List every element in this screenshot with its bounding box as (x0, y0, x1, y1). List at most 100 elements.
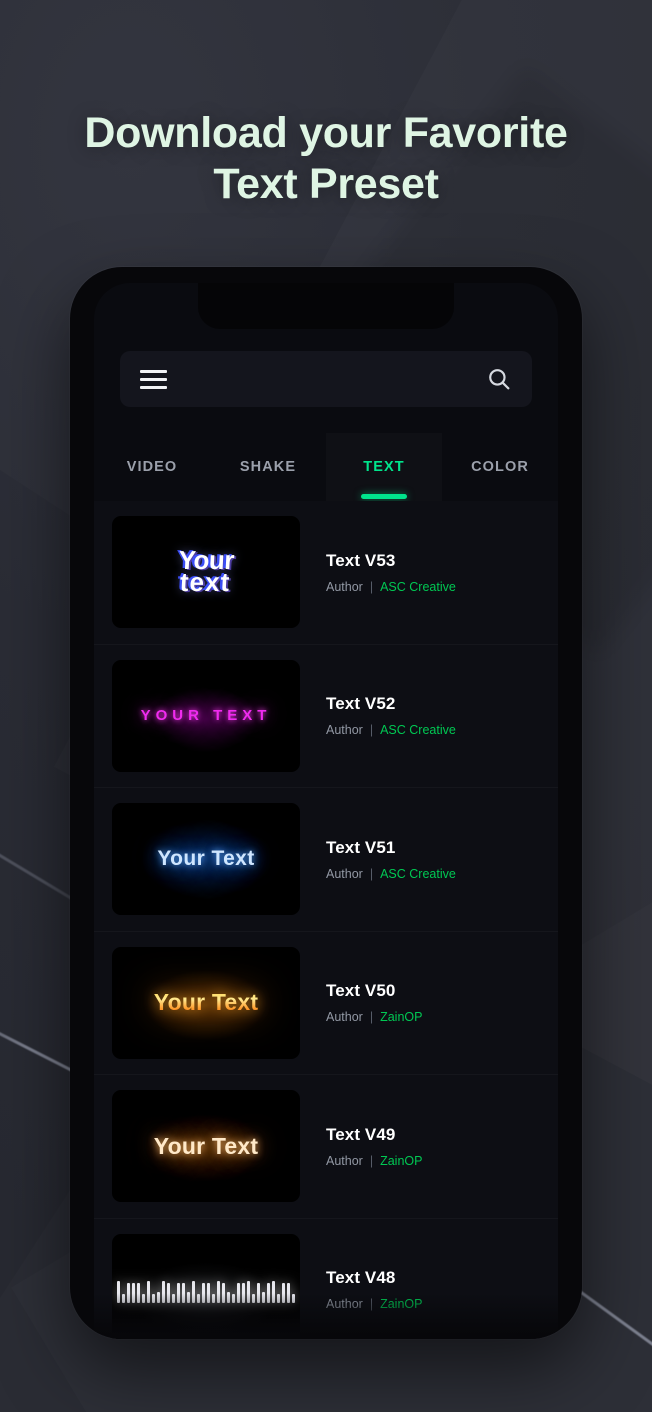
preset-meta: Text V51 Author | ASC Creative (300, 838, 456, 881)
author-name[interactable]: ASC Creative (380, 867, 456, 881)
barcode-bar (212, 1293, 215, 1303)
page-title-line-2: Text Preset (213, 159, 439, 208)
preset-thumbnail[interactable]: YOUR TEXT (112, 659, 300, 772)
barcode-bar (142, 1293, 145, 1303)
barcode-bar (217, 1280, 220, 1303)
barcode-bar (292, 1293, 295, 1303)
barcode-bar (232, 1293, 235, 1303)
thumbnail-text-line-2: text (179, 567, 232, 598)
barcode-bar (282, 1282, 285, 1303)
barcode-bar (172, 1293, 175, 1303)
page-title-line-1: Download your Favorite (84, 109, 568, 157)
author-separator: | (369, 1010, 374, 1025)
list-item[interactable]: Your text Text V53 Author | ASC Creative (94, 501, 558, 645)
author-name[interactable]: ZainOP (380, 1010, 422, 1024)
barcode-bar (207, 1282, 210, 1303)
preset-author-row: Author | ASC Creative (326, 867, 456, 881)
author-separator: | (369, 866, 374, 881)
barcode-bar (162, 1280, 165, 1303)
list-item[interactable]: Your Text Text V51 Author | ASC Creative (94, 788, 558, 932)
author-label: Author (326, 723, 363, 738)
barcode-bar (267, 1282, 270, 1303)
barcode-bar (137, 1282, 140, 1303)
barcode-bar (177, 1282, 180, 1303)
barcode-bar (197, 1293, 200, 1303)
phone-screen: VIDEO SHAKE TEXT COLOR Your text Text V5… (94, 283, 558, 1339)
preset-meta: Text V50 Author | ZainOP (300, 981, 422, 1024)
preset-meta: Text V52 Author | ASC Creative (300, 694, 456, 737)
list-item[interactable]: Your Text Text V49 Author | ZainOP (94, 1075, 558, 1219)
author-name[interactable]: ZainOP (380, 1154, 422, 1168)
preset-thumbnail[interactable] (112, 1233, 300, 1339)
barcode-bar (247, 1280, 250, 1303)
thumbnail-art: YOUR TEXT (140, 707, 272, 725)
barcode-bar (122, 1293, 125, 1303)
preset-title: Text V48 (326, 1268, 396, 1288)
barcode-bar (127, 1282, 130, 1303)
author-name[interactable]: ASC Creative (380, 723, 456, 737)
barcode-bar (287, 1282, 290, 1303)
list-item[interactable]: YOUR TEXT Text V52 Author | ASC Creative (94, 645, 558, 789)
preset-author-row: Author | ZainOP (326, 1010, 422, 1024)
thumbnail-art (117, 1277, 295, 1303)
tab-video[interactable]: VIDEO (94, 433, 210, 501)
preset-author-row: Author | ASC Creative (326, 580, 456, 594)
preset-title: Text V53 (326, 550, 396, 570)
author-name[interactable]: ASC Creative (380, 580, 456, 594)
barcode-bar (257, 1282, 260, 1303)
barcode-bar (147, 1280, 150, 1303)
author-separator: | (369, 579, 374, 594)
thumbnail-art: Your Text (153, 989, 259, 1016)
barcode-bar (117, 1280, 120, 1303)
page-title: Download your Favorite Text Preset (0, 108, 652, 209)
preset-title: Text V51 (326, 837, 396, 857)
author-label: Author (326, 1297, 363, 1312)
author-separator: | (369, 1297, 374, 1312)
hamburger-menu-icon[interactable] (140, 369, 167, 389)
barcode-bar (182, 1282, 185, 1303)
tab-text[interactable]: TEXT (326, 433, 442, 501)
author-label: Author (326, 866, 363, 881)
barcode-bar (237, 1282, 240, 1303)
preset-thumbnail[interactable]: Your Text (112, 1090, 300, 1203)
barcode-bar (187, 1291, 190, 1303)
category-tabs: VIDEO SHAKE TEXT COLOR (94, 433, 558, 501)
list-item[interactable]: Your Text Text V50 Author | ZainOP (94, 932, 558, 1076)
barcode-bar (157, 1291, 160, 1303)
tab-label: VIDEO (126, 459, 178, 475)
author-label: Author (326, 579, 363, 594)
barcode-bar (262, 1291, 265, 1303)
thumbnail-art: Your Text (153, 1132, 259, 1159)
barcode-bar (242, 1282, 245, 1303)
barcode-bar (277, 1293, 280, 1303)
preset-meta: Text V49 Author | ZainOP (300, 1125, 422, 1168)
search-icon[interactable] (486, 366, 512, 392)
author-name[interactable]: ZainOP (380, 1297, 422, 1311)
preset-thumbnail[interactable]: Your Text (112, 946, 300, 1059)
barcode-bar (152, 1293, 155, 1303)
app-search-bar[interactable] (120, 351, 532, 407)
preset-list[interactable]: Your text Text V53 Author | ASC Creative (94, 501, 558, 1339)
preset-title: Text V52 (326, 694, 396, 714)
tab-color[interactable]: COLOR (442, 433, 558, 501)
barcode-bar (192, 1280, 195, 1303)
barcode-bar (202, 1282, 205, 1303)
preset-thumbnail[interactable]: Your Text (112, 803, 300, 916)
thumbnail-art: Your text (177, 545, 235, 598)
preset-thumbnail[interactable]: Your text (112, 516, 300, 629)
barcode-bar (272, 1280, 275, 1303)
barcode-bar (227, 1291, 230, 1303)
tab-label: TEXT (363, 459, 405, 475)
preset-meta: Text V53 Author | ASC Creative (300, 551, 456, 594)
tab-label: COLOR (471, 459, 529, 475)
list-item[interactable]: Text V48 Author | ZainOP (94, 1219, 558, 1339)
tab-label: SHAKE (239, 459, 297, 475)
author-label: Author (326, 1010, 363, 1025)
tab-shake[interactable]: SHAKE (210, 433, 326, 501)
preset-author-row: Author | ASC Creative (326, 723, 456, 737)
barcode-bar (132, 1282, 135, 1303)
preset-title: Text V49 (326, 1124, 396, 1144)
tab-underline (361, 494, 407, 499)
phone-notch (198, 283, 454, 329)
author-separator: | (369, 1153, 374, 1168)
